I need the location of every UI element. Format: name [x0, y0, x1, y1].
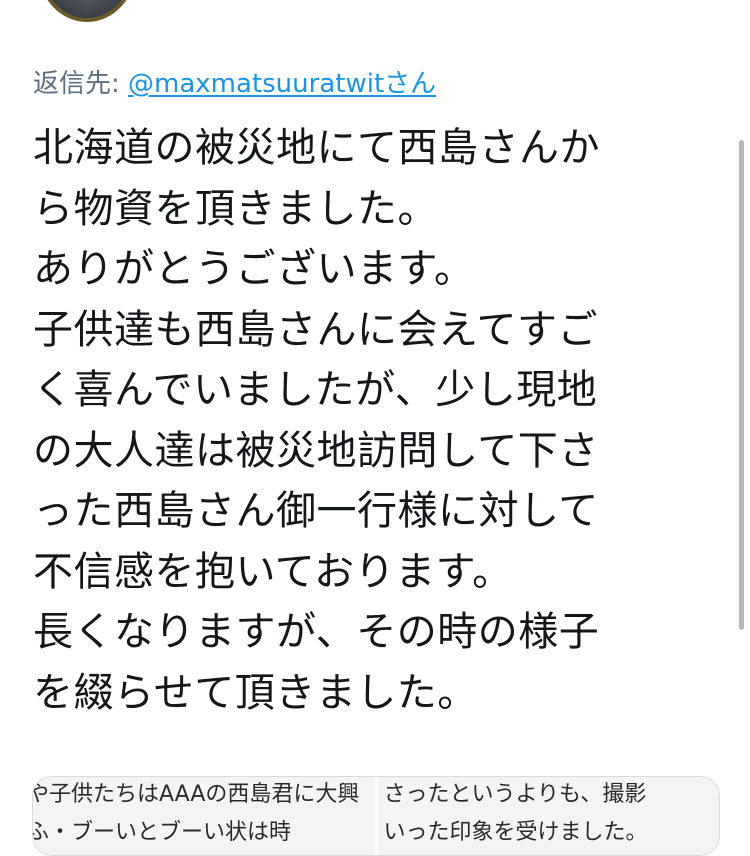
- tweet-text-line: く喜んでいましたが、少し現地: [33, 367, 598, 413]
- image-text-line: ふ・ブーいとブーい状は時: [33, 820, 292, 845]
- reply-to-line: 返信先: @maxmatsuuratwitさん: [33, 66, 436, 102]
- scrollbar[interactable]: [739, 140, 744, 630]
- tweet-text-line: 子供達も西島さんに会えてすご: [33, 306, 598, 353]
- tweet-text: 北海道の被災地にて西島さんか ら物資を頂きました。 ありがとうございます。 子供…: [33, 118, 703, 723]
- tweet-text-line: ありがとうございます。: [33, 246, 475, 292]
- tweet-text-line: 北海道の被災地にて西島さんか: [33, 125, 600, 171]
- reply-to-label: 返信先:: [33, 69, 129, 99]
- image-text-line: さったというよりも、撮影: [383, 782, 647, 807]
- tweet-text-line: を綴らせて頂きました。: [33, 669, 478, 716]
- tweet-image-1[interactable]: や子供たちはAAAの西島君に大興 ふ・ブーいとブーい状は時: [33, 777, 378, 855]
- reply-to-handle-link[interactable]: @maxmatsuuratwitさん: [128, 69, 436, 99]
- tweet-media-grid: や子供たちはAAAの西島君に大興 ふ・ブーいとブーい状は時 さったというよりも、…: [32, 776, 720, 856]
- tweet-text-line: った西島さん御一行様に対して: [33, 488, 599, 534]
- tweet-text-line: 長くなりますが、その時の様子: [33, 609, 600, 655]
- image-text-line: いった印象を受けました。: [383, 820, 648, 845]
- tweet-text-line: の大人達は被災地訪問して下さ: [33, 427, 599, 474]
- avatar[interactable]: [38, 0, 136, 22]
- tweet-text-line: 不信感を抱いております。: [33, 548, 513, 595]
- tweet-text-line: ら物資を頂きました。: [33, 185, 438, 232]
- image-text-line: や子供たちはAAAの西島君に大興: [33, 782, 360, 807]
- tweet-image-2[interactable]: さったというよりも、撮影 いった印象を受けました。: [377, 777, 719, 855]
